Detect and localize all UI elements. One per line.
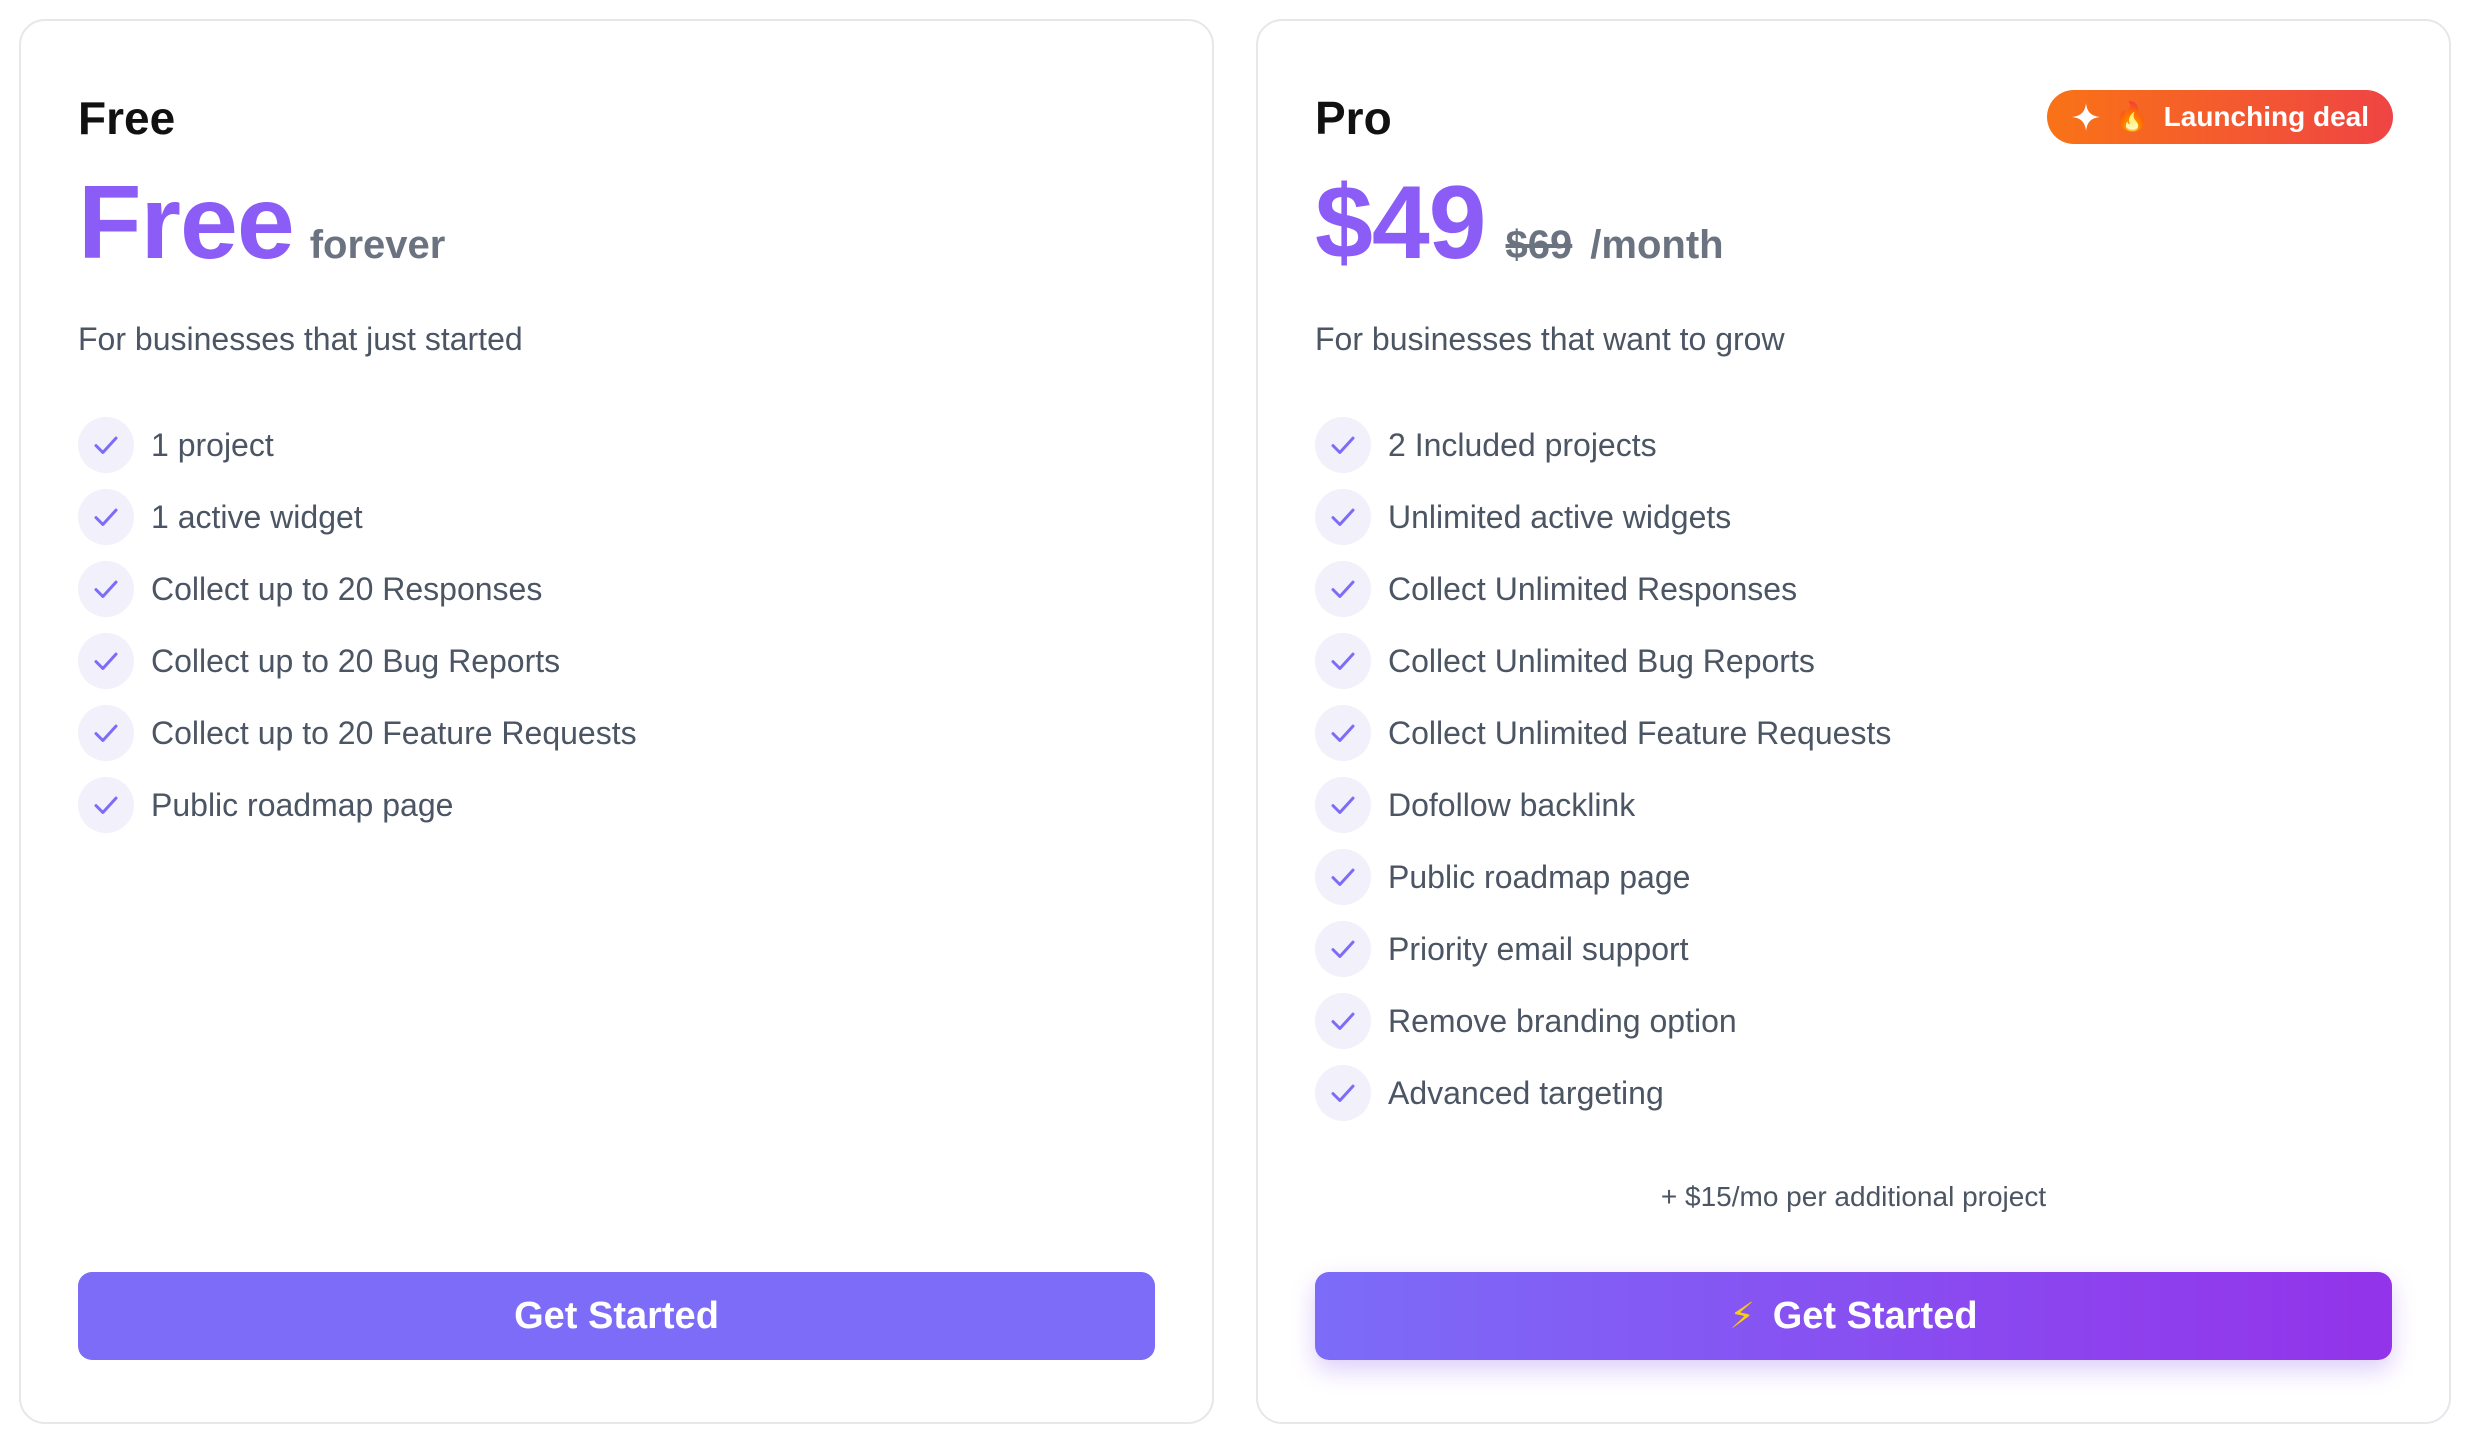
get-started-button[interactable]: ⚡ Get Started (1315, 1272, 2392, 1360)
additional-project-note: + $15/mo per additional project (1660, 1181, 2047, 1212)
check-icon (1315, 993, 1371, 1049)
check-icon (1315, 705, 1371, 761)
feature-label: Advanced targeting (1388, 1074, 1664, 1111)
feature-label: 1 active widget (151, 498, 363, 535)
button-label: Get Started (514, 1294, 719, 1337)
pricing-page: Free Free forever For businesses that ju… (0, 0, 2470, 1444)
feature-label: 2 Included projects (1388, 426, 1657, 463)
feature-label: Priority email support (1388, 930, 1689, 967)
plan-price: Free (78, 165, 295, 281)
lightning-bolt-icon: ⚡ (1729, 1295, 1755, 1336)
pro-plan-card: Pro 🔥 Launching deal $49 $69 /month For … (1256, 19, 2451, 1424)
check-icon (1315, 561, 1371, 617)
feature-item: 1 project (78, 409, 1155, 481)
launching-deal-badge: 🔥 Launching deal (2046, 90, 2393, 144)
check-icon (1315, 417, 1371, 473)
plan-price: $49 (1315, 165, 1487, 281)
feature-label: Collect Unlimited Bug Reports (1388, 642, 1815, 679)
sparkle-icon (2071, 102, 2101, 132)
feature-item: Priority email support (1315, 913, 2392, 985)
check-icon (1315, 1065, 1371, 1121)
check-icon (1315, 849, 1371, 905)
feature-item: Collect up to 20 Bug Reports (78, 625, 1155, 697)
get-started-button[interactable]: Get Started (78, 1272, 1155, 1360)
feature-item: Public roadmap page (1315, 841, 2392, 913)
feature-item: Collect Unlimited Bug Reports (1315, 625, 2392, 697)
plan-description: For businesses that want to grow (1315, 321, 1785, 357)
feature-label: Collect Unlimited Feature Requests (1388, 714, 1892, 751)
price-suffix: /month (1590, 223, 1724, 267)
feature-item: Dofollow backlink (1315, 769, 2392, 841)
feature-label: Collect Unlimited Responses (1388, 570, 1798, 607)
check-icon (78, 705, 134, 761)
feature-item: Public roadmap page (78, 769, 1155, 841)
check-icon (1315, 633, 1371, 689)
plan-description: For businesses that just started (78, 321, 523, 357)
check-icon (78, 777, 134, 833)
check-icon (1315, 777, 1371, 833)
old-price: $69 (1505, 223, 1573, 267)
price-row: $49 $69 /month (1315, 171, 2392, 275)
feature-item: Collect up to 20 Feature Requests (78, 697, 1155, 769)
feature-item: Collect Unlimited Feature Requests (1315, 697, 2392, 769)
button-label: Get Started (1772, 1294, 1978, 1337)
free-plan-card: Free Free forever For businesses that ju… (19, 19, 1214, 1424)
feature-list: 1 project 1 active widget Collect up to 20… (78, 409, 1155, 841)
check-icon (1315, 921, 1371, 977)
feature-label: Dofollow backlink (1388, 786, 1636, 823)
feature-label: Collect up to 20 Bug Reports (151, 642, 561, 679)
plan-name: Free (78, 92, 176, 144)
feature-label: Remove branding option (1388, 1002, 1737, 1039)
feature-label: Public roadmap page (151, 786, 454, 823)
feature-label: Collect up to 20 Feature Requests (151, 714, 637, 751)
feature-list: 2 Included projects Unlimited active widg… (1315, 409, 2392, 1129)
check-icon (78, 633, 134, 689)
feature-item: Collect up to 20 Responses (78, 553, 1155, 625)
price-suffix: forever (309, 223, 446, 267)
feature-item: 2 Included projects (1315, 409, 2392, 481)
feature-item: Unlimited active widgets (1315, 481, 2392, 553)
flame-icon: 🔥 (2114, 101, 2150, 132)
feature-item: Advanced targeting (1315, 1057, 2392, 1129)
feature-item: Remove branding option (1315, 985, 2392, 1057)
badge-label: Launching deal (2163, 101, 2369, 132)
check-icon (78, 417, 134, 473)
price-row: Free forever (78, 171, 1155, 275)
feature-label: Unlimited active widgets (1388, 498, 1732, 535)
check-icon (78, 561, 134, 617)
feature-item: Collect Unlimited Responses (1315, 553, 2392, 625)
feature-label: 1 project (151, 426, 274, 463)
feature-label: Collect up to 20 Responses (151, 570, 543, 607)
feature-item: 1 active widget (78, 481, 1155, 553)
feature-label: Public roadmap page (1388, 858, 1691, 895)
check-icon (1315, 489, 1371, 545)
check-icon (78, 489, 134, 545)
